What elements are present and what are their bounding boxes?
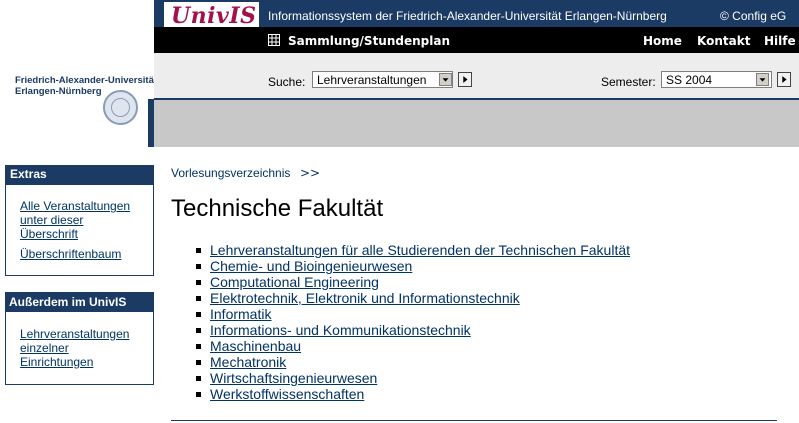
university-seal-inner [111,98,130,117]
faculty-link[interactable]: Maschinenbau [210,338,301,354]
faculty-link[interactable]: Elektrotechnik, Elektronik und Informati… [210,290,520,306]
sidebar-link-all-events-3[interactable]: Überschrift [20,227,78,241]
search-go-button[interactable] [458,72,472,87]
nav-collection-link[interactable]: Sammlung/Stundenplan [288,34,450,48]
nav-help-link[interactable]: Hilfe [764,34,796,48]
page-title: Technische Fakultät [171,195,384,222]
search-label: Suche: [268,75,306,89]
faculty-link[interactable]: Wirtschaftsingenieurwesen [210,370,377,386]
bullet-icon [196,327,201,333]
list-item: Wirtschaftsingenieurwesen [196,370,630,386]
sidebar-link-all-events-2[interactable]: unter dieser [20,213,83,227]
university-name[interactable]: Friedrich-Alexander-Universität Erlangen… [15,75,157,97]
triangle-down-icon[interactable] [439,73,452,86]
faculty-link[interactable]: Lehrveranstaltungen für alle Studierende… [210,242,630,258]
search-type-select[interactable]: Lehrveranstaltungen [312,71,453,88]
breadcrumb-link[interactable]: Vorlesungsverzeichnis [171,166,290,180]
sidebar-link-all-events-1[interactable]: Alle Veranstaltungen [20,199,130,213]
faculty-link[interactable]: Computational Engineering [210,274,379,290]
university-name-line1: Friedrich-Alexander-Universität [15,75,158,86]
sidebar-link-institution-events-3[interactable]: Einrichtungen [20,355,93,369]
list-item: Informations- und Kommunikationstechnik [196,322,630,338]
bullet-icon [196,375,201,381]
semester-go-button[interactable] [777,72,791,87]
sidebar-link-institution-events-2[interactable]: einzelner [20,341,69,355]
list-item: Chemie- und Bioingenieurwesen [196,258,630,274]
also-in-univis-title: Außerdem im UnivIS [9,295,127,309]
university-name-line2: Erlangen-Nürnberg [15,86,102,97]
faculty-link[interactable]: Informatik [210,306,271,322]
univis-logo[interactable]: UnivIS [171,3,257,29]
list-item: Maschinenbau [196,338,630,354]
faculty-link[interactable]: Informations- und Kommunikationstechnik [210,322,471,338]
bullet-icon [196,391,201,397]
bullet-icon [196,359,201,365]
bullet-icon [196,279,201,285]
list-item: Computational Engineering [196,274,630,290]
grid-icon[interactable] [268,34,280,46]
breadcrumb-separator: >> [300,166,321,180]
extras-title: Extras [10,167,47,181]
bullet-icon [196,263,201,269]
nav-contact-link[interactable]: Kontakt [697,34,750,48]
copyright: © Config eG [720,9,787,23]
bullet-icon [196,247,201,253]
nav-home-link[interactable]: Home [643,34,682,48]
faculty-link[interactable]: Chemie- und Bioingenieurwesen [210,258,412,274]
bullet-icon [196,295,201,301]
list-item: Informatik [196,306,630,322]
site-title: Informationssystem der Friedrich-Alexand… [268,9,667,23]
semester-label: Semester: [601,75,656,89]
list-item: Elektrotechnik, Elektronik und Informati… [196,290,630,306]
faculty-link[interactable]: Werkstoffwissenschaften [210,386,364,402]
sidebar-link-heading-tree[interactable]: Überschriftenbaum [20,247,121,261]
triangle-down-icon[interactable] [756,73,769,86]
faculty-link[interactable]: Mechatronik [210,354,286,370]
bullet-icon [196,343,201,349]
header-band [154,100,799,147]
list-item: Lehrveranstaltungen für alle Studierende… [196,242,630,258]
list-item: Mechatronik [196,354,630,370]
bullet-icon [196,311,201,317]
footer-divider [171,420,777,421]
list-item: Werkstoffwissenschaften [196,386,630,402]
faculty-list: Lehrveranstaltungen für alle Studierende… [196,242,630,402]
sidebar-link-institution-events-1[interactable]: Lehrveranstaltungen [20,327,129,341]
